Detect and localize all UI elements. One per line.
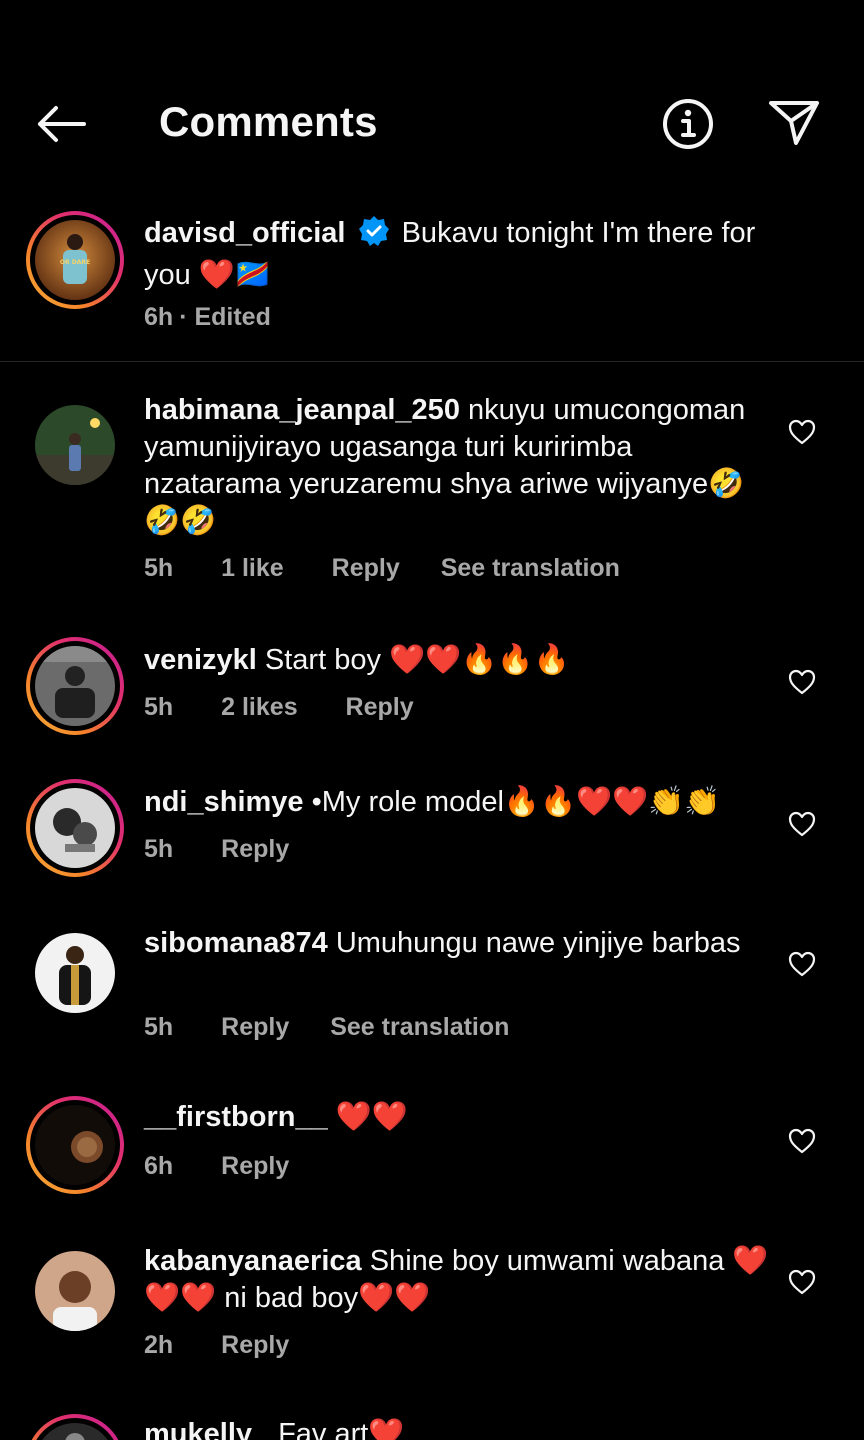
comment-username[interactable]: venizykl (144, 644, 257, 676)
comment-text-block: ndi_shimye •My role model🔥🔥❤️❤️👏👏 (144, 784, 770, 821)
avatar (35, 405, 115, 485)
see-translation-button[interactable]: See translation (441, 554, 620, 582)
comment-text: Fav art❤️ (278, 1418, 405, 1440)
comment-text-block: __firstborn__ ❤️❤️ (144, 1099, 770, 1136)
heart-icon (788, 1269, 816, 1295)
back-button[interactable] (30, 100, 90, 148)
heart-icon (788, 811, 816, 837)
list-item: habimana_jeanpal_250 nkuyu umucongoman y… (0, 390, 864, 600)
send-icon (769, 101, 819, 145)
heart-icon (788, 951, 816, 977)
story-ring[interactable] (26, 637, 124, 735)
comment-text: •My role model🔥🔥❤️❤️👏👏 (311, 786, 721, 818)
story-ring[interactable] (26, 779, 124, 877)
avatar (35, 933, 115, 1013)
like-button[interactable] (786, 948, 818, 980)
heart-icon (788, 1128, 816, 1154)
avatar-container[interactable] (26, 396, 124, 494)
like-button[interactable] (786, 666, 818, 698)
page-title: Comments (159, 98, 378, 145)
reply-button[interactable]: Reply (221, 1331, 289, 1359)
timestamp: 6h (144, 303, 174, 331)
avatar: OR DARE (35, 220, 115, 300)
comment-username[interactable]: ndi_shimye (144, 786, 304, 818)
avatar (35, 1251, 115, 1331)
comment-text-block: venizykl Start boy ❤️❤️🔥🔥🔥 (144, 642, 770, 679)
reply-button[interactable]: Reply (221, 1013, 289, 1041)
like-count[interactable]: 1 like (221, 554, 284, 582)
avatar (35, 1105, 115, 1185)
comment-meta: 5h 1 like Reply See translation (144, 554, 661, 583)
timestamp: 5h (144, 554, 174, 582)
reply-button[interactable]: Reply (346, 693, 414, 721)
comment-text-block: habimana_jeanpal_250 nkuyu umucongoman y… (144, 392, 770, 540)
comment-text: Umuhungu nawe yinjiye barbas (335, 927, 741, 959)
list-item: __firstborn__ ❤️❤️ 6h Reply (0, 1096, 864, 1206)
avatar-container[interactable] (26, 1242, 124, 1340)
list-item: mukelly Fav art❤️ (0, 1414, 864, 1440)
comment-meta: 5h 2 likes Reply (144, 693, 455, 722)
timestamp: 5h (144, 835, 174, 863)
post-caption: OR DARE davisd_official Bukavu tonight I… (0, 205, 864, 362)
comment-username[interactable]: mukelly (144, 1418, 252, 1440)
arrow-left-icon (38, 106, 86, 142)
comment-meta: 5h Reply See translation (144, 1013, 550, 1042)
comment-text-block: mukelly Fav art❤️ (144, 1416, 770, 1440)
avatar (35, 646, 115, 726)
heart-icon (788, 419, 816, 445)
comment-username[interactable]: sibomana874 (144, 927, 328, 959)
verified-badge-icon (358, 215, 390, 257)
list-item: ndi_shimye •My role model🔥🔥❤️❤️👏👏 5h Rep… (0, 779, 864, 889)
story-ring[interactable] (26, 1096, 124, 1194)
avatar (35, 788, 115, 868)
comment-username[interactable]: __firstborn__ (144, 1101, 328, 1133)
story-ring[interactable]: OR DARE (26, 211, 124, 309)
see-translation-button[interactable]: See translation (330, 1013, 509, 1041)
like-button[interactable] (786, 1266, 818, 1298)
edited-label: · Edited (179, 303, 271, 331)
svg-text:OR DARE: OR DARE (60, 259, 90, 266)
caption-text-block: davisd_official Bukavu tonight I'm there… (144, 215, 770, 294)
comment-meta: 5h Reply (144, 835, 330, 864)
comment-meta: 6h Reply (144, 1152, 330, 1181)
reply-button[interactable]: Reply (221, 1152, 289, 1180)
timestamp: 2h (144, 1331, 174, 1359)
reply-button[interactable]: Reply (221, 835, 289, 863)
like-button[interactable] (786, 808, 818, 840)
share-button[interactable] (764, 94, 824, 150)
timestamp: 5h (144, 1013, 174, 1041)
comment-username[interactable]: habimana_jeanpal_250 (144, 394, 460, 426)
timestamp: 6h (144, 1152, 174, 1180)
like-button[interactable] (786, 1125, 818, 1157)
comment-meta: 2h Reply (144, 1331, 330, 1360)
header-bar: Comments (0, 0, 864, 190)
list-item: venizykl Start boy ❤️❤️🔥🔥🔥 5h 2 likes Re… (0, 637, 864, 747)
reply-button[interactable]: Reply (332, 554, 400, 582)
list-item: kabanyanaerica Shine boy umwami wabana ❤… (0, 1242, 864, 1382)
list-item: sibomana874 Umuhungu nawe yinjiye barbas… (0, 924, 864, 1064)
comment-username[interactable]: kabanyanaerica (144, 1245, 362, 1277)
info-button[interactable] (660, 96, 716, 152)
story-ring[interactable] (26, 1414, 124, 1440)
comment-text-block: sibomana874 Umuhungu nawe yinjiye barbas (144, 925, 770, 962)
timestamp: 5h (144, 693, 174, 721)
avatar-container[interactable] (26, 924, 124, 1022)
info-icon (663, 99, 713, 149)
comment-text: Start boy ❤️❤️🔥🔥🔥 (264, 644, 570, 676)
caption-username[interactable]: davisd_official (144, 217, 345, 249)
heart-icon (788, 669, 816, 695)
caption-meta: 6h · Edited (144, 303, 312, 332)
like-count[interactable]: 2 likes (221, 693, 297, 721)
like-button[interactable] (786, 416, 818, 448)
comment-text: ❤️❤️ (335, 1101, 409, 1133)
avatar (35, 1423, 115, 1440)
comment-text-block: kabanyanaerica Shine boy umwami wabana ❤… (144, 1243, 770, 1317)
